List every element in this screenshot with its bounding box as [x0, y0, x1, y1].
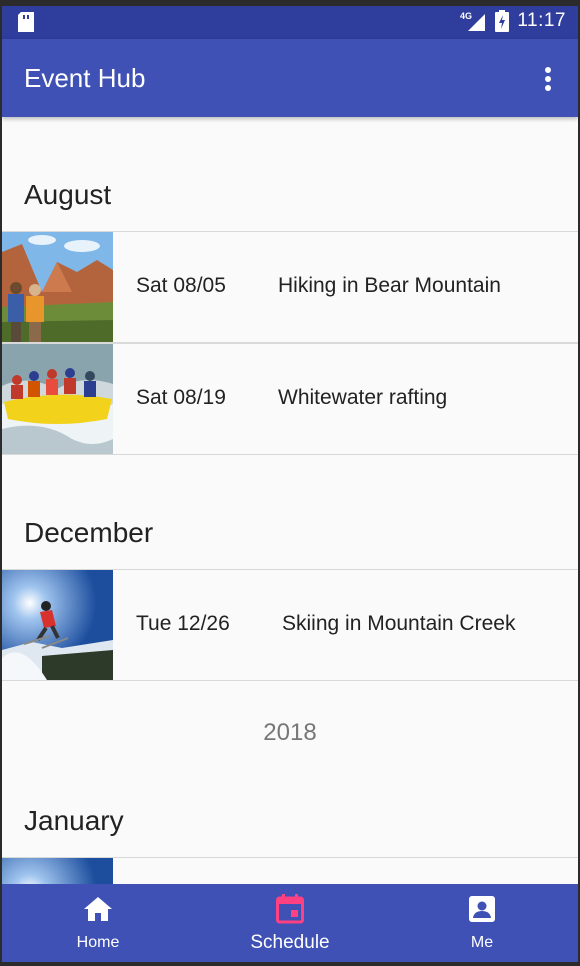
network-type-label: 4G — [460, 11, 472, 21]
home-icon — [84, 897, 112, 921]
event-row-rafting[interactable]: Sat 08/19 Whitewater rafting — [2, 343, 578, 455]
month-header-january: January — [24, 805, 124, 836]
clock-time: 11:17 — [517, 10, 566, 31]
event-name: Skiing in Mountain Creek — [282, 612, 516, 635]
profile-icon — [469, 896, 495, 922]
app-title: Event Hub — [24, 63, 146, 93]
nav-label-schedule: Schedule — [250, 932, 330, 953]
month-header-december: December — [24, 517, 154, 548]
battery-charging-icon — [495, 10, 510, 32]
nav-me[interactable]: Me — [386, 884, 578, 962]
event-row-skiing[interactable]: Tue 12/26 Skiing in Mountain Creek — [2, 569, 578, 681]
event-row-january[interactable] — [2, 857, 578, 884]
app-bar: Event Hub — [2, 39, 578, 117]
signal-icon: 4G — [460, 11, 486, 31]
bottom-navigation: Home Schedule Me — [2, 884, 578, 962]
event-date: Tue 12/26 — [136, 612, 230, 635]
nav-home[interactable]: Home — [2, 884, 194, 962]
more-options-icon[interactable] — [536, 66, 560, 92]
event-date: Sat 08/19 — [136, 386, 226, 409]
year-separator: 2018 — [263, 719, 317, 746]
sd-card-icon — [18, 12, 34, 32]
event-row-hiking[interactable]: Sat 08/05 Hiking in Bear Mountain — [2, 231, 578, 343]
hiking-photo — [2, 232, 113, 342]
nav-schedule[interactable]: Schedule — [194, 884, 386, 962]
event-date: Sat 08/05 — [136, 274, 226, 297]
skiing-photo — [2, 570, 113, 680]
status-bar: 4G 11:17 — [2, 6, 578, 39]
phone-screen: 4G 11:17 Event Hub August Sat 08/05 Hiki… — [2, 6, 578, 962]
schedule-list[interactable]: August Sat 08/05 Hiking in Bear Mountain — [2, 117, 578, 884]
nav-label-me: Me — [470, 934, 494, 951]
event-name: Hiking in Bear Mountain — [278, 274, 501, 297]
skiing-photo — [2, 858, 113, 884]
event-name: Whitewater rafting — [278, 386, 448, 409]
rafting-photo — [2, 344, 113, 454]
month-header-august: August — [24, 179, 112, 210]
calendar-icon — [276, 894, 304, 924]
nav-label-home: Home — [76, 934, 120, 951]
